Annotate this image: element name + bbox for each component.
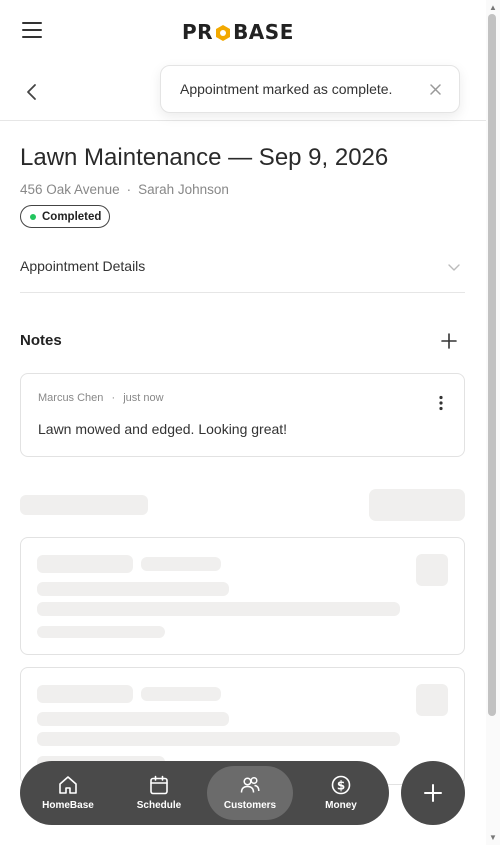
scroll-down-arrow-icon[interactable]: ▼ [489,833,497,842]
logo-text-left: PR [182,20,214,44]
scrollbar[interactable]: ▲ ▼ [486,0,500,845]
nav-schedule-label: Schedule [136,800,182,811]
skeleton-line [37,732,400,746]
skeleton-line [37,626,165,638]
close-icon[interactable] [429,83,442,96]
toast-notification: Appointment marked as complete. [160,65,460,113]
skeleton-line [37,685,133,703]
note-body: Lawn mowed and edged. Looking great! [38,421,288,437]
skeleton-card [20,537,465,655]
logo-hexagon-icon [214,23,232,41]
svg-text:$: $ [337,779,345,793]
appointment-details-accordion[interactable]: Appointment Details [20,242,465,293]
customers-icon [240,776,260,793]
dollar-icon: $ [331,775,351,795]
add-fab-button[interactable] [401,761,465,825]
back-arrow-icon[interactable] [22,82,42,102]
chevron-down-icon [447,260,461,274]
note-card: Marcus Chen · just now Lawn mowed and ed… [20,373,465,457]
note-meta: Marcus Chen · just now [38,392,164,404]
page-title: Lawn Maintenance — Sep 9, 2026 [20,144,389,171]
status-dot-icon [30,213,36,220]
nav-customers[interactable]: Customers [207,766,293,820]
toast-message: Appointment marked as complete. [180,81,393,97]
skeleton-line [37,712,229,726]
note-author: Marcus Chen [38,392,104,404]
logo-text-right: BASE [233,20,294,44]
appointment-details-label: Appointment Details [20,258,146,274]
add-note-plus-icon[interactable] [440,332,458,350]
scroll-thumb[interactable] [488,14,496,716]
more-options-icon[interactable] [438,395,444,411]
skeleton-line [37,582,229,596]
status-badge: Completed [20,205,111,228]
bottom-nav: HomeBase Schedule Customers $ Money [20,761,389,825]
probase-logo[interactable]: PR BASE [182,20,294,44]
nav-schedule[interactable]: Schedule [116,766,202,820]
appointment-meta: 456 Oak Avenue · Sarah Johnson [20,182,229,197]
plus-icon [424,784,442,802]
calendar-icon [150,775,168,795]
nav-homebase-label: HomeBase [42,800,94,811]
skeleton-line [37,602,400,616]
note-time: just now [123,392,164,404]
home-icon [59,776,77,794]
nav-homebase[interactable]: HomeBase [25,766,111,820]
skeleton-button [369,489,465,521]
top-bar: PR BASE [0,0,486,62]
note-meta-separator: · [111,392,116,404]
skeleton-avatar [416,554,448,586]
scroll-up-arrow-icon[interactable]: ▲ [489,3,497,12]
skeleton-line [141,557,221,571]
status-label: Completed [42,210,102,223]
nav-money[interactable]: $ Money [298,766,384,820]
skeleton-avatar [416,684,448,716]
skeleton-heading [20,495,148,515]
nav-customers-label: Customers [223,800,277,811]
nav-money-label: Money [325,800,357,811]
meta-separator: · [126,182,132,197]
hamburger-menu-icon[interactable] [20,22,44,42]
skeleton-line [141,687,221,701]
notes-heading: Notes [20,332,62,349]
customer-link[interactable]: Sarah Johnson [138,182,229,197]
address-link[interactable]: 456 Oak Avenue [20,182,120,197]
skeleton-line [37,555,133,573]
